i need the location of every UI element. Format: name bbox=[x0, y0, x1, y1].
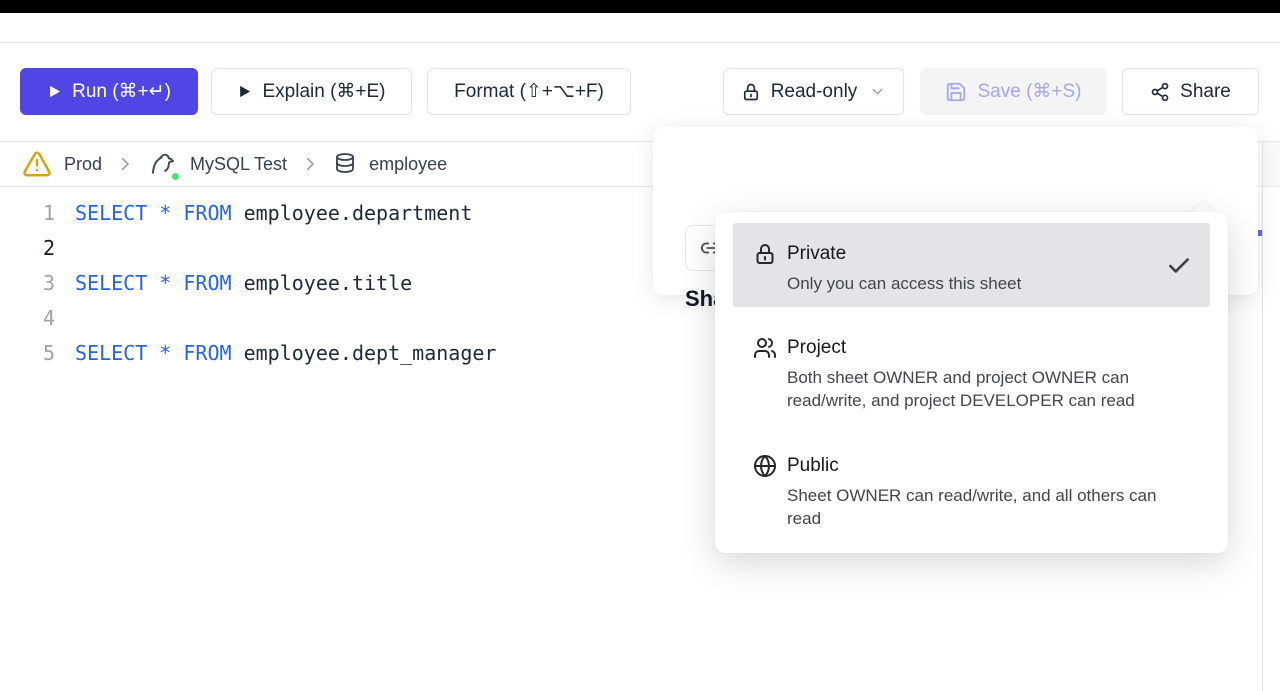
sql-editor[interactable]: 1 SELECT * FROM employee.department 2 3 SELE… bbox=[0, 195, 660, 370]
explain-button-label: Explain (⌘+E) bbox=[262, 80, 385, 103]
database-icon bbox=[333, 152, 357, 176]
menu-item-desc: Sheet OWNER can read/write, and all othe… bbox=[787, 484, 1190, 530]
lock-icon bbox=[741, 82, 761, 102]
menu-item-title: Project bbox=[787, 335, 1190, 361]
code-line[interactable]: 1 SELECT * FROM employee.department bbox=[0, 195, 660, 230]
code-text: SELECT * FROM employee.department bbox=[75, 201, 472, 225]
line-number: 5 bbox=[0, 341, 55, 365]
share-nodes-icon bbox=[1150, 82, 1170, 102]
header-divider bbox=[0, 42, 1280, 43]
menu-item-public[interactable]: Public Sheet OWNER can read/write, and a… bbox=[733, 445, 1210, 553]
explain-button[interactable]: Explain (⌘+E) bbox=[211, 68, 412, 115]
menu-item-private[interactable]: Private Only you can access this sheet bbox=[733, 223, 1210, 307]
share-button-label: Share bbox=[1180, 81, 1231, 103]
right-panel-edge bbox=[1262, 187, 1280, 691]
run-button-label: Run (⌘+↵) bbox=[72, 80, 171, 103]
save-icon bbox=[945, 81, 967, 103]
instance-status-dot bbox=[170, 171, 181, 182]
menu-item-desc: Both sheet OWNER and project OWNER can r… bbox=[787, 366, 1190, 412]
chevron-right-icon bbox=[301, 155, 319, 173]
right-panel-edge-top bbox=[1262, 142, 1280, 187]
play-icon bbox=[47, 84, 62, 99]
code-text: SELECT * FROM employee.dept_manager bbox=[75, 341, 496, 365]
readonly-label: Read-only bbox=[771, 81, 858, 103]
check-icon bbox=[1166, 253, 1192, 279]
line-number: 4 bbox=[0, 306, 55, 330]
code-line[interactable]: 5 SELECT * FROM employee.dept_manager bbox=[0, 335, 660, 370]
menu-item-desc: Only you can access this sheet bbox=[787, 272, 1021, 295]
globe-icon bbox=[753, 454, 777, 478]
format-button-label: Format (⇧+⌥+F) bbox=[454, 80, 604, 103]
database-label: employee bbox=[369, 154, 447, 175]
warning-triangle-icon bbox=[22, 149, 52, 179]
save-button-label: Save (⌘+S) bbox=[977, 80, 1081, 103]
code-line[interactable]: 3 SELECT * FROM employee.title bbox=[0, 265, 660, 300]
breadcrumb-instance[interactable]: MySQL Test bbox=[148, 149, 287, 179]
environment-label: Prod bbox=[64, 154, 102, 175]
play-icon bbox=[237, 84, 252, 99]
chevron-right-icon bbox=[116, 155, 134, 173]
line-number: 3 bbox=[0, 271, 55, 295]
menu-item-project[interactable]: Project Both sheet OWNER and project OWN… bbox=[733, 327, 1210, 435]
users-icon bbox=[753, 336, 777, 360]
link-access-menu: Private Only you can access this sheet P… bbox=[715, 212, 1228, 553]
format-button[interactable]: Format (⇧+⌥+F) bbox=[427, 68, 631, 115]
lock-icon bbox=[753, 242, 777, 266]
share-button[interactable]: Share bbox=[1122, 68, 1259, 115]
menu-item-title: Public bbox=[787, 453, 1190, 479]
breadcrumb-environment[interactable]: Prod bbox=[22, 149, 102, 179]
code-text: SELECT * FROM employee.title bbox=[75, 271, 412, 295]
breadcrumb-database[interactable]: employee bbox=[333, 152, 447, 176]
save-button[interactable]: Save (⌘+S) bbox=[920, 68, 1107, 115]
run-button[interactable]: Run (⌘+↵) bbox=[20, 68, 198, 115]
chevron-down-icon bbox=[869, 83, 886, 100]
code-line[interactable]: 2 bbox=[0, 230, 660, 265]
readonly-mode-dropdown[interactable]: Read-only bbox=[723, 68, 904, 115]
line-number: 1 bbox=[0, 201, 55, 225]
menu-item-title: Private bbox=[787, 241, 1021, 267]
line-number: 2 bbox=[0, 236, 55, 260]
window-top-bar bbox=[0, 0, 1280, 13]
code-line[interactable]: 4 bbox=[0, 300, 660, 335]
instance-label: MySQL Test bbox=[190, 154, 287, 175]
